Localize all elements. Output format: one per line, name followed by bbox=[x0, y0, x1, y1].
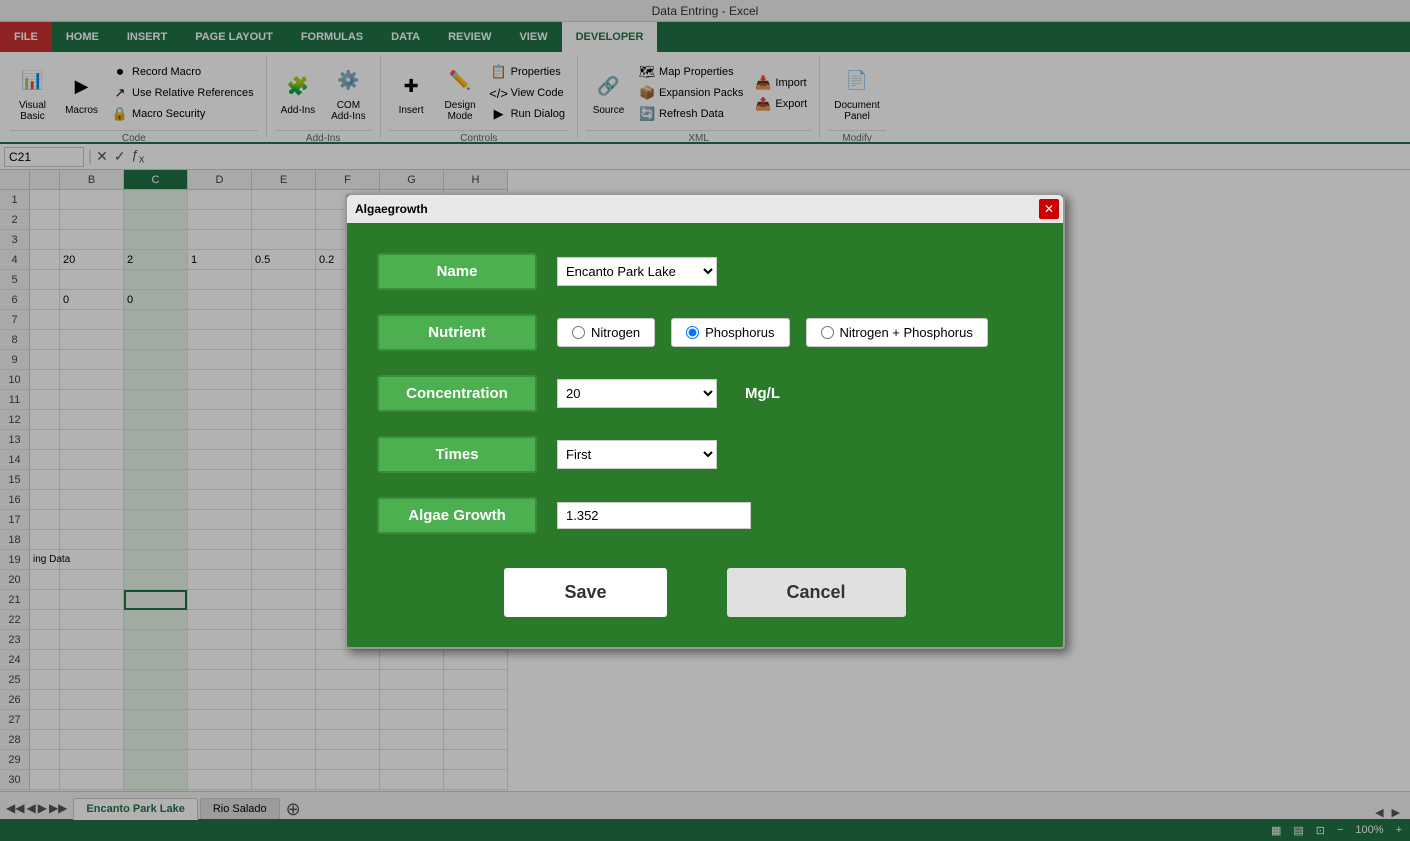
modal-body: Name Encanto Park Lake Rio Salado Nutrie… bbox=[377, 253, 1033, 617]
algae-growth-input[interactable] bbox=[557, 502, 751, 529]
times-label: Times bbox=[377, 436, 537, 473]
algae-growth-label: Algae Growth bbox=[377, 497, 537, 534]
nutrient-np-option[interactable]: Nitrogen + Phosphorus bbox=[806, 318, 988, 347]
concentration-row: Concentration 20 10 5 Mg/L bbox=[377, 375, 1033, 412]
save-button[interactable]: Save bbox=[504, 568, 666, 617]
times-row: Times First Second Third bbox=[377, 436, 1033, 473]
nutrient-np-radio[interactable] bbox=[821, 326, 834, 339]
modal-buttons: Save Cancel bbox=[377, 568, 1033, 617]
modal-close-button[interactable]: ✕ bbox=[1039, 199, 1059, 219]
nutrient-nitrogen-label: Nitrogen bbox=[591, 325, 640, 340]
cancel-button[interactable]: Cancel bbox=[727, 568, 906, 617]
nutrient-label: Nutrient bbox=[377, 314, 537, 351]
nutrient-radio-group: Nitrogen Phosphorus Nitrogen + Phosphoru… bbox=[557, 318, 988, 347]
nutrient-phosphorus-option[interactable]: Phosphorus bbox=[671, 318, 789, 347]
name-row: Name Encanto Park Lake Rio Salado bbox=[377, 253, 1033, 290]
name-select[interactable]: Encanto Park Lake Rio Salado bbox=[557, 257, 717, 286]
concentration-label: Concentration bbox=[377, 375, 537, 412]
nutrient-phosphorus-label: Phosphorus bbox=[705, 325, 774, 340]
modal-titlebar: Algaegrowth ✕ bbox=[347, 195, 1063, 223]
nutrient-np-label: Nitrogen + Phosphorus bbox=[840, 325, 973, 340]
algae-growth-row: Algae Growth bbox=[377, 497, 1033, 534]
name-label: Name bbox=[377, 253, 537, 290]
nutrient-nitrogen-option[interactable]: Nitrogen bbox=[557, 318, 655, 347]
modal-overlay: Algaegrowth ✕ Name Encanto Park Lake Rio… bbox=[0, 0, 1410, 841]
nutrient-nitrogen-radio[interactable] bbox=[572, 326, 585, 339]
concentration-select[interactable]: 20 10 5 bbox=[557, 379, 717, 408]
nutrient-phosphorus-radio[interactable] bbox=[686, 326, 699, 339]
modal-title: Algaegrowth bbox=[355, 202, 428, 216]
nutrient-row: Nutrient Nitrogen Phosphorus Nitrogen + … bbox=[377, 314, 1033, 351]
concentration-unit: Mg/L bbox=[745, 385, 780, 402]
algaegrowth-dialog: Algaegrowth ✕ Name Encanto Park Lake Rio… bbox=[345, 193, 1065, 649]
times-select[interactable]: First Second Third bbox=[557, 440, 717, 469]
